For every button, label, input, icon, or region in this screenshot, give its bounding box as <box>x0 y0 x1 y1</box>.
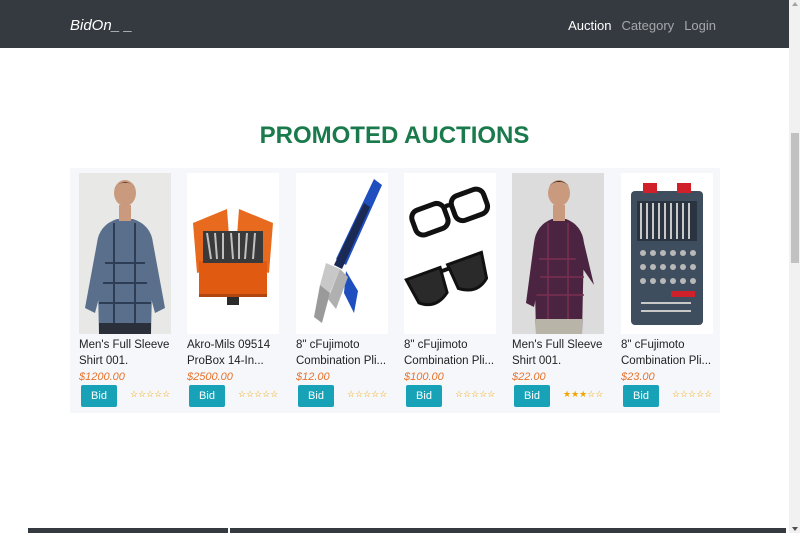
bid-now-button[interactable]: Bid Now <box>298 385 334 424</box>
product-image-tool-set[interactable] <box>621 173 713 334</box>
product-grid: Men's Full Sleeve Shirt 001. $1200.00 Bi… <box>70 168 720 424</box>
product-name[interactable]: 8" cFujimoto Combination Pli... <box>404 337 496 369</box>
product-image-sunglasses[interactable] <box>404 173 496 334</box>
nav-link-login[interactable]: Login <box>684 18 716 33</box>
bid-now-button[interactable]: Bid Now <box>81 385 117 424</box>
bid-now-button[interactable]: Bid Now <box>189 385 225 424</box>
nav-link-auction[interactable]: Auction <box>568 18 611 33</box>
scroll-up-icon[interactable] <box>792 2 798 6</box>
product-card[interactable]: Akro-Mils 09514 ProBox 14-In... $2500.00… <box>187 173 279 424</box>
page-scrollbar[interactable] <box>789 0 800 533</box>
nav-links: Auction Category Login <box>568 18 716 33</box>
scrollbar-thumb[interactable] <box>791 133 799 263</box>
product-price: $100.00 <box>404 371 444 383</box>
product-card[interactable]: Men's Full Sleeve Shirt 001. $22.00 Bid … <box>512 173 604 424</box>
bottom-edge-strip <box>28 528 228 533</box>
product-price: $22.00 <box>512 371 546 383</box>
product-name[interactable]: Men's Full Sleeve Shirt 001. <box>79 337 171 369</box>
product-image-maroon-shirt[interactable] <box>512 173 604 334</box>
nav-link-category[interactable]: Category <box>621 18 674 33</box>
product-card[interactable]: Men's Full Sleeve Shirt 001. $1200.00 Bi… <box>79 173 171 424</box>
product-image-toolbox[interactable] <box>187 173 279 334</box>
product-name[interactable]: 8" cFujimoto Combination Pli... <box>621 337 713 369</box>
top-navbar: BidOn_ _ Auction Category Login <box>0 0 789 48</box>
bid-now-button[interactable]: Bid Now <box>514 385 550 424</box>
scroll-down-icon[interactable] <box>792 527 798 531</box>
brand-logo[interactable]: BidOn_ _ <box>70 17 133 34</box>
rating-stars: ☆☆☆☆☆ <box>455 389 496 399</box>
rating-stars: ☆☆☆☆☆ <box>238 389 279 399</box>
bid-now-button[interactable]: Bid Now <box>406 385 442 424</box>
product-image-pliers[interactable] <box>296 173 388 334</box>
rating-stars: ☆☆☆☆☆ <box>130 389 171 399</box>
product-card[interactable]: 8" cFujimoto Combination Pli... $100.00 … <box>404 173 496 424</box>
section-title: PROMOTED AUCTIONS <box>259 122 530 149</box>
product-price: $1200.00 <box>79 371 125 383</box>
product-name[interactable]: Akro-Mils 09514 ProBox 14-In... <box>187 337 279 369</box>
product-price: $23.00 <box>621 371 655 383</box>
product-price: $12.00 <box>296 371 330 383</box>
rating-stars: ☆☆☆☆☆ <box>347 389 388 399</box>
product-price: $2500.00 <box>187 371 233 383</box>
product-image-blue-shirt[interactable] <box>79 173 171 334</box>
bid-now-button[interactable]: Bid Now <box>623 385 659 424</box>
product-name[interactable]: 8" cFujimoto Combination Pli... <box>296 337 388 369</box>
product-name[interactable]: Men's Full Sleeve Shirt 001. <box>512 337 604 369</box>
bottom-edge-strip <box>230 528 786 533</box>
rating-stars: ☆☆☆☆☆ <box>672 389 713 399</box>
product-card[interactable]: 8" cFujimoto Combination Pli... $23.00 B… <box>621 173 713 424</box>
rating-stars: ★★★☆☆ <box>563 389 604 399</box>
product-card[interactable]: 8" cFujimoto Combination Pli... $12.00 B… <box>296 173 388 424</box>
